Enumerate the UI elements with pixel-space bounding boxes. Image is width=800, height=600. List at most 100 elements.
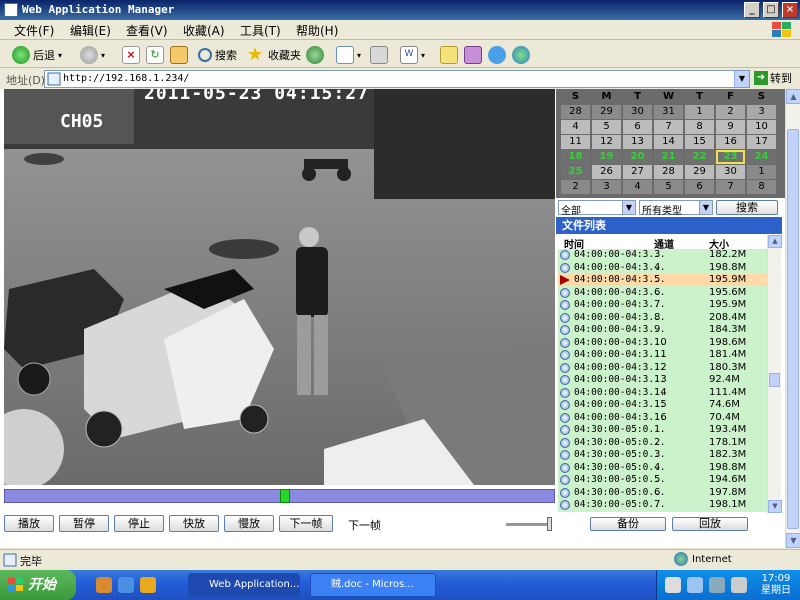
calendar-day[interactable]: 10	[747, 120, 776, 134]
minimize-button[interactable]: _	[744, 2, 760, 18]
file-list-row[interactable]: 04:30:00-05:0... 4 198.8M	[558, 462, 767, 474]
file-list-scroll-thumb[interactable]	[769, 373, 780, 387]
calendar-day[interactable]: 15	[685, 135, 714, 149]
progress-thumb[interactable]	[280, 489, 290, 503]
calendar-day[interactable]: 27	[623, 165, 652, 179]
calendar-day[interactable]: 3	[592, 180, 621, 194]
file-list-row[interactable]: 04:00:00-04:3... 12 180.3M	[558, 362, 767, 374]
pause-button[interactable]: 暂停	[59, 515, 109, 532]
calendar-day[interactable]: 11	[561, 135, 590, 149]
calendar-day[interactable]: 17	[747, 135, 776, 149]
calendar-day[interactable]: 14	[654, 135, 683, 149]
menu-view[interactable]: 查看(V)	[126, 22, 168, 39]
file-list-scrollbar[interactable]: ▲ ▼	[767, 235, 782, 513]
network-icon[interactable]	[709, 577, 725, 593]
file-list-row[interactable]: 04:00:00-04:3... 16 70.4M	[558, 412, 767, 424]
file-list-row[interactable]: 04:00:00-04:3... 15 74.6M	[558, 399, 767, 411]
address-dropdown-icon[interactable]: ▼	[734, 71, 749, 87]
maximize-button[interactable]: □	[763, 2, 779, 18]
favorites-button[interactable]: ★ 收藏夹	[247, 44, 301, 66]
start-button[interactable]: 开始	[0, 570, 76, 600]
fast-forward-button[interactable]: 快放	[169, 515, 219, 532]
calendar-day[interactable]: 2	[716, 105, 745, 119]
calendar-day[interactable]: 23	[716, 150, 745, 164]
calendar-day[interactable]: 2	[561, 180, 590, 194]
calendar-day[interactable]: 12	[592, 135, 621, 149]
stop-playback-button[interactable]: 停止	[114, 515, 164, 532]
file-list-row[interactable]: 04:00:00-04:3... 11 181.4M	[558, 349, 767, 361]
calendar-day[interactable]: 28	[561, 105, 590, 119]
calendar-day[interactable]: 1	[685, 105, 714, 119]
address-input[interactable]: http://192.168.1.234/ ▼	[44, 70, 750, 88]
calendar-day[interactable]: 8	[685, 120, 714, 134]
calendar-day[interactable]: 13	[623, 135, 652, 149]
calendar-day[interactable]: 29	[685, 165, 714, 179]
page-scroll-thumb[interactable]	[787, 129, 799, 529]
go-button[interactable]: ➜ 转到	[754, 70, 792, 86]
file-list-row[interactable]: 04:30:00-05:0... 2 178.1M	[558, 437, 767, 449]
calendar-day[interactable]: 19	[592, 150, 621, 164]
calendar-day[interactable]: 22	[685, 150, 714, 164]
file-list-row[interactable]: 04:00:00-04:3... 13 92.4M	[558, 374, 767, 386]
calendar-day[interactable]: 4	[623, 180, 652, 194]
file-list-row[interactable]: 04:00:00-04:3... 8 208.4M	[558, 312, 767, 324]
file-list-row[interactable]: 04:00:00-04:3... 4 198.8M	[558, 262, 767, 274]
volume-icon[interactable]	[731, 577, 747, 593]
file-list-row[interactable]: 04:30:00-05:0... 3 182.3M	[558, 449, 767, 461]
play-button[interactable]: 播放	[4, 515, 54, 532]
research-button[interactable]	[464, 44, 482, 66]
calendar-day[interactable]: 5	[592, 120, 621, 134]
calendar-day[interactable]: 25	[561, 165, 590, 179]
scroll-up-icon[interactable]: ▲	[786, 89, 800, 104]
search-button[interactable]: 搜索	[198, 44, 237, 66]
calendar-day[interactable]: 4	[561, 120, 590, 134]
calendar-day[interactable]: 16	[716, 135, 745, 149]
calendar-day[interactable]: 31	[654, 105, 683, 119]
scroll-down-icon[interactable]: ▼	[786, 533, 800, 548]
edit-button[interactable]: W ▾	[400, 44, 425, 66]
page-scrollbar[interactable]: ▲ ▼	[785, 89, 800, 548]
file-search-button[interactable]: 搜索	[716, 200, 778, 215]
calendar-day[interactable]: 29	[592, 105, 621, 119]
file-list-row[interactable]: 04:30:00-05:0... 1 193.4M	[558, 424, 767, 436]
menu-help[interactable]: 帮助(H)	[296, 22, 338, 39]
stop-button[interactable]: ×	[122, 44, 140, 66]
quicklaunch-app-icon[interactable]	[96, 577, 112, 593]
home-button[interactable]	[170, 44, 188, 66]
calendar-day[interactable]: 18	[561, 150, 590, 164]
scroll-down-icon[interactable]: ▼	[768, 500, 782, 513]
calendar-day[interactable]: 30	[623, 105, 652, 119]
slow-play-button[interactable]: 慢放	[224, 515, 274, 532]
calendar-day[interactable]: 8	[747, 180, 776, 194]
calendar-day[interactable]: 24	[747, 150, 776, 164]
messenger-button[interactable]	[488, 44, 506, 66]
file-list-row[interactable]: 04:00:00-04:3... 6 195.6M	[558, 287, 767, 299]
file-list-row[interactable]: 04:30:00-05:0... 7 198.1M	[558, 499, 767, 511]
calendar-day[interactable]: 26	[592, 165, 621, 179]
next-frame-button[interactable]: 下一帧	[279, 515, 333, 532]
volume-knob[interactable]	[547, 517, 552, 531]
playback-button[interactable]: 回放	[672, 517, 748, 531]
file-list-row[interactable]: 04:30:00-05:0... 5 194.6M	[558, 474, 767, 486]
file-list-row[interactable]: 04:00:00-04:3... 14 111.4M	[558, 387, 767, 399]
calendar-day[interactable]: 28	[654, 165, 683, 179]
forward-button[interactable]: ▾	[80, 44, 105, 66]
calendar-day[interactable]: 1	[747, 165, 776, 179]
file-list-row[interactable]: 04:00:00-04:3... 9 184.3M	[558, 324, 767, 336]
calendar-day[interactable]: 20	[623, 150, 652, 164]
task-word-document[interactable]: 贼.doc - Micros...	[310, 573, 436, 597]
calendar-day[interactable]: 6	[623, 120, 652, 134]
quicklaunch-media-icon[interactable]	[140, 577, 156, 593]
discuss-button[interactable]	[440, 44, 458, 66]
volume-slider[interactable]	[506, 517, 552, 531]
file-list-row[interactable]: 04:00:00-04:3... 3 182.2M	[558, 249, 767, 261]
close-button[interactable]: ×	[782, 2, 798, 18]
menu-edit[interactable]: 编辑(E)	[70, 22, 111, 39]
back-button[interactable]: 后退 ▾	[12, 44, 62, 66]
file-list-row[interactable]: 04:00:00-04:3... 7 195.9M	[558, 299, 767, 311]
scope-select[interactable]: 全部 ▼	[558, 200, 636, 217]
calendar-day[interactable]: 6	[685, 180, 714, 194]
history-button[interactable]	[306, 44, 324, 66]
calendar-day[interactable]: 7	[716, 180, 745, 194]
users-button[interactable]	[512, 44, 530, 66]
